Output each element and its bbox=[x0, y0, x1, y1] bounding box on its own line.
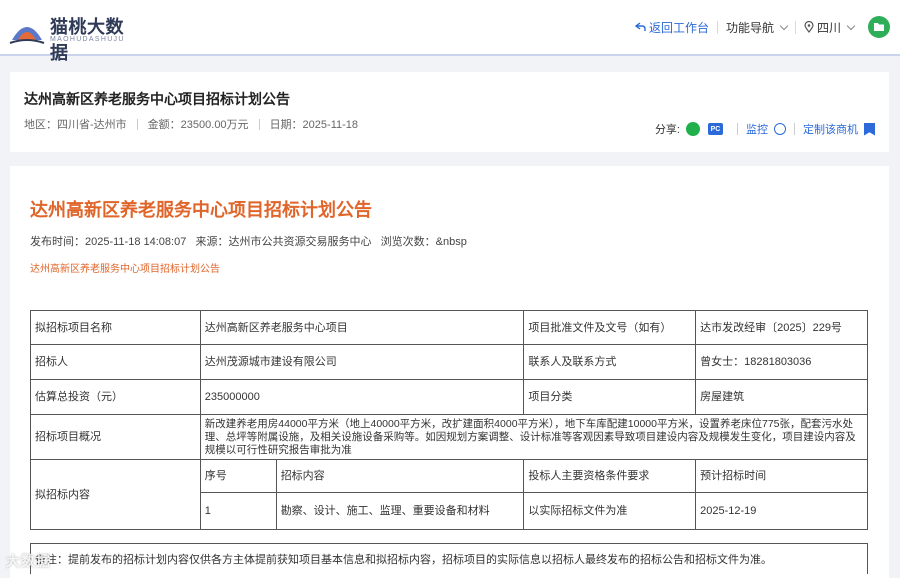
top-nav-bar: 猫桃大数据 MAOHUDASHUJU 返回工作台 功能导航 四川 bbox=[0, 0, 900, 63]
summary-card: 达州高新区养老服务中心项目招标计划公告 地区：四川省-达州市 金额：23500.… bbox=[10, 72, 889, 152]
share-label: 分享: bbox=[654, 124, 680, 136]
subscribe-link[interactable]: 定制该商机 bbox=[803, 121, 858, 137]
table-cell: 招标内容 bbox=[275, 459, 525, 493]
watermark: 大数据 bbox=[6, 553, 51, 569]
divider bbox=[258, 118, 260, 130]
table-cell: 以实际招标文件为准 bbox=[523, 492, 697, 530]
share-toolbar: 分享: PC 监控 定制该商机 bbox=[655, 121, 875, 137]
folder-button[interactable] bbox=[868, 16, 890, 38]
table-cell: 勘察、设计、施工、监理、重要设备和材料 bbox=[275, 492, 525, 530]
pc-icon[interactable]: PC bbox=[708, 123, 723, 135]
logo-subtext: MAOHUDASHUJU bbox=[50, 36, 125, 43]
table-cell: 达州茂源城市建设有限公司 bbox=[199, 344, 525, 380]
amount-meta: 金额：23500.00万元 bbox=[147, 119, 249, 131]
monitor-link[interactable]: 监控 bbox=[746, 121, 768, 137]
back-label: 返回工作台 bbox=[648, 20, 709, 35]
table-cell: 项目批准文件及文号（如有） bbox=[523, 310, 697, 345]
table-cell: 预计招标时间 bbox=[695, 459, 868, 493]
table-cell: 拟招标内容 bbox=[30, 459, 201, 530]
bookmark-icon[interactable] bbox=[864, 122, 875, 136]
table-cell: 房屋建筑 bbox=[695, 379, 868, 415]
table-cell: 招标人 bbox=[30, 344, 201, 380]
table-cell: 序号 bbox=[199, 459, 277, 493]
divider bbox=[794, 123, 795, 135]
table-cell: 估算总投资（元） bbox=[30, 379, 201, 415]
chevron-down-icon bbox=[779, 21, 789, 30]
article-subtitle: 达州高新区养老服务中心项目招标计划公告 bbox=[30, 264, 220, 275]
table-cell: 达市发改经审〔2025〕229号 bbox=[695, 310, 868, 345]
article-title: 达州高新区养老服务中心项目招标计划公告 bbox=[30, 200, 372, 220]
function-nav-label: 功能导航 bbox=[725, 20, 774, 35]
table-row: 拟招标内容 序号 招标内容 投标人主要资格条件要求 预计招标时间 bbox=[30, 459, 868, 530]
table-row: 招标项目概况 新改建养老用房44000平方米（地上40000平方米，改扩建面积4… bbox=[30, 414, 869, 460]
article-card: 达州高新区养老服务中心项目招标计划公告 发布时间：2025-11-18 14:0… bbox=[10, 166, 889, 578]
table-cell: 235000000 bbox=[199, 379, 525, 415]
logo[interactable]: 猫桃大数据 MAOHUDASHUJU bbox=[8, 6, 138, 63]
table-cell: 招标项目概况 bbox=[30, 414, 201, 460]
table-cell: 1 bbox=[199, 492, 277, 530]
location-pin-icon bbox=[804, 21, 814, 33]
region-selector[interactable]: 四川 bbox=[796, 19, 862, 36]
tender-info-table: 拟招标项目名称 达州高新区养老服务中心项目 项目批准文件及文号（如有） 达市发改… bbox=[30, 310, 869, 530]
table-cell: 2025-12-19 bbox=[695, 492, 868, 530]
table-cell: 达州高新区养老服务中心项目 bbox=[199, 310, 525, 345]
table-cell: 投标人主要资格条件要求 bbox=[523, 459, 697, 493]
chevron-down-icon bbox=[846, 21, 856, 30]
wechat-icon[interactable] bbox=[686, 122, 700, 136]
table-cell: 拟招标项目名称 bbox=[30, 310, 201, 345]
divider bbox=[737, 123, 738, 135]
back-to-workbench-link[interactable]: 返回工作台 bbox=[626, 19, 717, 36]
table-row: 招标人 达州茂源城市建设有限公司 联系人及联系方式 曾女士：1828180303… bbox=[30, 344, 868, 380]
divider bbox=[136, 118, 138, 130]
footnote: 备注：提前发布的招标计划内容仅供各方主体提前获知项目基本信息和拟招标内容，招标项… bbox=[30, 543, 868, 574]
logo-mark-icon bbox=[9, 27, 45, 44]
function-nav-dropdown[interactable]: 功能导航 bbox=[718, 19, 795, 36]
table-cell: 联系人及联系方式 bbox=[523, 344, 697, 380]
back-arrow-icon bbox=[634, 22, 646, 31]
summary-meta: 地区：四川省-达州市 金额：23500.00万元 日期：2025-11-18 bbox=[24, 116, 358, 132]
table-row: 估算总投资（元） 235000000 项目分类 房屋建筑 bbox=[30, 379, 868, 415]
region-label: 四川 bbox=[816, 20, 841, 35]
monitor-icon[interactable] bbox=[774, 123, 786, 135]
folder-icon bbox=[874, 23, 884, 31]
table-row: 拟招标项目名称 达州高新区养老服务中心项目 项目批准文件及文号（如有） 达市发改… bbox=[30, 310, 868, 345]
table-cell: 项目分类 bbox=[523, 379, 697, 415]
table-cell: 新改建养老用房44000平方米（地上40000平方米，改扩建面积4000平方米）… bbox=[199, 414, 869, 460]
table-cell: 曾女士：18281803036 bbox=[695, 344, 868, 380]
article-meta: 发布时间：2025-11-18 14:08:07 来源：达州市公共资源交易服务中… bbox=[30, 236, 467, 248]
date-meta: 日期：2025-11-18 bbox=[269, 119, 359, 131]
region-meta: 地区：四川省-达州市 bbox=[24, 119, 127, 131]
summary-title: 达州高新区养老服务中心项目招标计划公告 bbox=[24, 91, 290, 107]
nav-right: 返回工作台 功能导航 四川 bbox=[626, 14, 890, 40]
